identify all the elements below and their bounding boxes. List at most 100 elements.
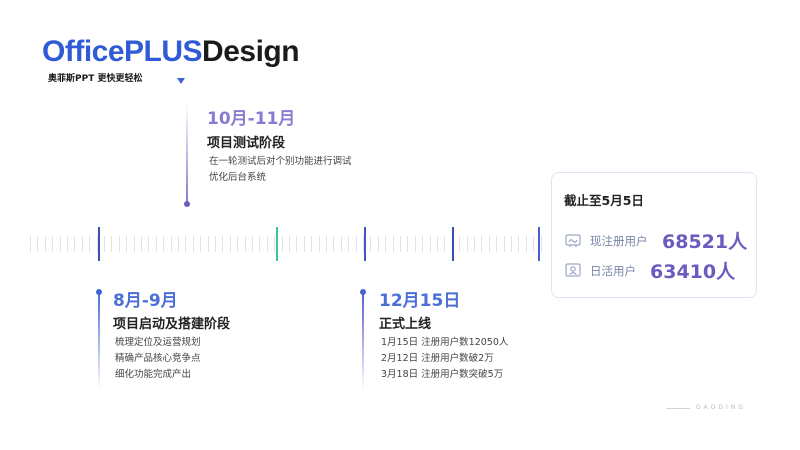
brand-logo: OfficePLUSDesign bbox=[42, 34, 300, 70]
brand-logo-part2: Design bbox=[202, 35, 300, 68]
ruler-tick bbox=[44, 236, 46, 252]
ruler-tick bbox=[414, 236, 416, 252]
ruler-tick bbox=[466, 236, 468, 252]
ruler-tick bbox=[385, 236, 387, 252]
ruler-tick bbox=[133, 236, 135, 252]
milestone-3-stem bbox=[362, 294, 364, 390]
milestone-1-stem bbox=[186, 104, 188, 202]
ruler-tick bbox=[229, 236, 231, 252]
ruler-tick bbox=[459, 236, 461, 252]
ruler-tick bbox=[155, 236, 157, 252]
ruler-tick bbox=[355, 236, 357, 252]
ruler-tick bbox=[52, 236, 54, 252]
ruler-tick bbox=[340, 236, 342, 252]
ruler-tick bbox=[318, 236, 320, 252]
ruler-tick bbox=[326, 236, 327, 252]
ruler-tick bbox=[488, 236, 490, 252]
ruler-tick bbox=[429, 236, 431, 252]
milestone-3-title: 12月15日 bbox=[379, 291, 461, 311]
daily-active-users-icon bbox=[565, 263, 581, 277]
milestone-3-description: 1月15日 注册用户数12050人 2月12日 注册用户数破2万 3月18日 注… bbox=[381, 335, 508, 383]
stats-card: 截止至5月5日 现注册用户 68521人 日活用户 63410人 bbox=[551, 172, 757, 298]
brand-tagline: 奥菲斯PPT 更快更轻松 bbox=[48, 74, 143, 84]
ruler-tick bbox=[444, 236, 446, 252]
milestone-1-dot bbox=[184, 201, 190, 207]
ruler-tick bbox=[422, 236, 424, 252]
ruler-tick bbox=[237, 236, 239, 252]
milestone-2-subtitle: 项目启动及搭建阶段 bbox=[113, 317, 231, 332]
ruler-tick bbox=[37, 236, 39, 252]
ruler-tick bbox=[437, 236, 438, 252]
milestone-3-subtitle: 正式上线 bbox=[379, 317, 432, 332]
milestone-1-line: 在一轮测试后对个别功能进行调试 bbox=[209, 156, 352, 167]
footer-divider bbox=[666, 408, 690, 409]
ruler-tick bbox=[266, 236, 268, 252]
ruler-tick bbox=[525, 236, 527, 252]
ruler-tick bbox=[170, 236, 172, 252]
milestone-3-line: 2月12日 注册用户数破2万 bbox=[381, 353, 494, 364]
ruler-tick bbox=[400, 236, 401, 252]
ruler-tick bbox=[392, 236, 394, 252]
ruler-tick bbox=[59, 236, 61, 252]
milestone-2-line: 精确产品核心竞争点 bbox=[115, 353, 201, 364]
ruler-tick bbox=[289, 236, 290, 252]
ruler-tick bbox=[311, 236, 313, 252]
ruler-tick bbox=[481, 236, 483, 252]
ruler-tick bbox=[244, 236, 246, 252]
ruler-tick bbox=[141, 236, 142, 252]
milestone-1-line: 优化后台系统 bbox=[209, 172, 267, 183]
ruler-major-tick bbox=[276, 227, 278, 261]
ruler-tick bbox=[518, 236, 520, 252]
ruler-tick bbox=[296, 236, 298, 252]
ruler-tick bbox=[215, 236, 216, 252]
ruler-tick bbox=[407, 236, 409, 252]
ruler-tick bbox=[192, 236, 194, 252]
ruler-major-tick bbox=[452, 227, 454, 261]
milestone-2-description: 梳理定位及运营规划 精确产品核心竞争点 细化功能完成产出 bbox=[115, 335, 201, 383]
ruler-tick bbox=[30, 236, 31, 252]
milestone-2-line: 细化功能完成产出 bbox=[115, 369, 192, 380]
milestone-1-subtitle: 项目测试阶段 bbox=[207, 136, 286, 151]
milestone-1-title: 10月-11月 bbox=[207, 109, 296, 129]
milestone-1-description: 在一轮测试后对个别功能进行调试 优化后台系统 bbox=[209, 154, 352, 186]
ruler-tick bbox=[370, 236, 372, 252]
ruler-tick bbox=[89, 236, 91, 252]
ruler-tick bbox=[163, 236, 165, 252]
triangle-down-icon bbox=[177, 78, 185, 84]
ruler-tick bbox=[496, 236, 498, 252]
ruler-tick bbox=[533, 236, 535, 252]
milestone-3-line: 1月15日 注册用户数12050人 bbox=[381, 337, 509, 348]
ruler-tick bbox=[222, 236, 224, 252]
ruler-tick bbox=[104, 236, 105, 252]
stat-registered-users-value: 68521人 bbox=[662, 231, 748, 253]
ruler-tick bbox=[118, 236, 120, 252]
ruler-tick bbox=[185, 236, 187, 252]
ruler-tick bbox=[178, 236, 179, 252]
stat-daily-active-users-label: 日活用户 bbox=[590, 264, 636, 278]
registered-users-icon bbox=[565, 234, 581, 247]
ruler-tick bbox=[148, 236, 150, 252]
ruler-tick bbox=[111, 236, 113, 252]
ruler-tick bbox=[303, 236, 305, 252]
ruler-major-tick bbox=[98, 227, 100, 261]
ruler-tick bbox=[503, 236, 505, 252]
ruler-tick bbox=[259, 236, 261, 252]
ruler-tick bbox=[207, 236, 209, 252]
ruler-tick bbox=[74, 236, 76, 252]
footer-watermark: GAODING bbox=[696, 404, 746, 411]
ruler-tick bbox=[200, 236, 202, 252]
ruler-tick bbox=[81, 236, 83, 252]
timeline-ruler bbox=[30, 227, 550, 261]
ruler-tick bbox=[67, 236, 68, 252]
ruler-major-tick bbox=[364, 227, 366, 261]
ruler-tick bbox=[281, 236, 283, 252]
milestone-2-title: 8月-9月 bbox=[113, 291, 178, 311]
ruler-tick bbox=[126, 236, 128, 252]
stat-daily-active-users-value: 63410人 bbox=[650, 261, 736, 283]
ruler-tick bbox=[474, 236, 475, 252]
ruler-tick bbox=[252, 236, 253, 252]
ruler-tick bbox=[540, 236, 542, 252]
milestone-2-line: 梳理定位及运营规划 bbox=[115, 337, 201, 348]
brand-logo-part1: OfficePLUS bbox=[42, 35, 203, 68]
stats-card-heading: 截止至5月5日 bbox=[564, 193, 644, 208]
